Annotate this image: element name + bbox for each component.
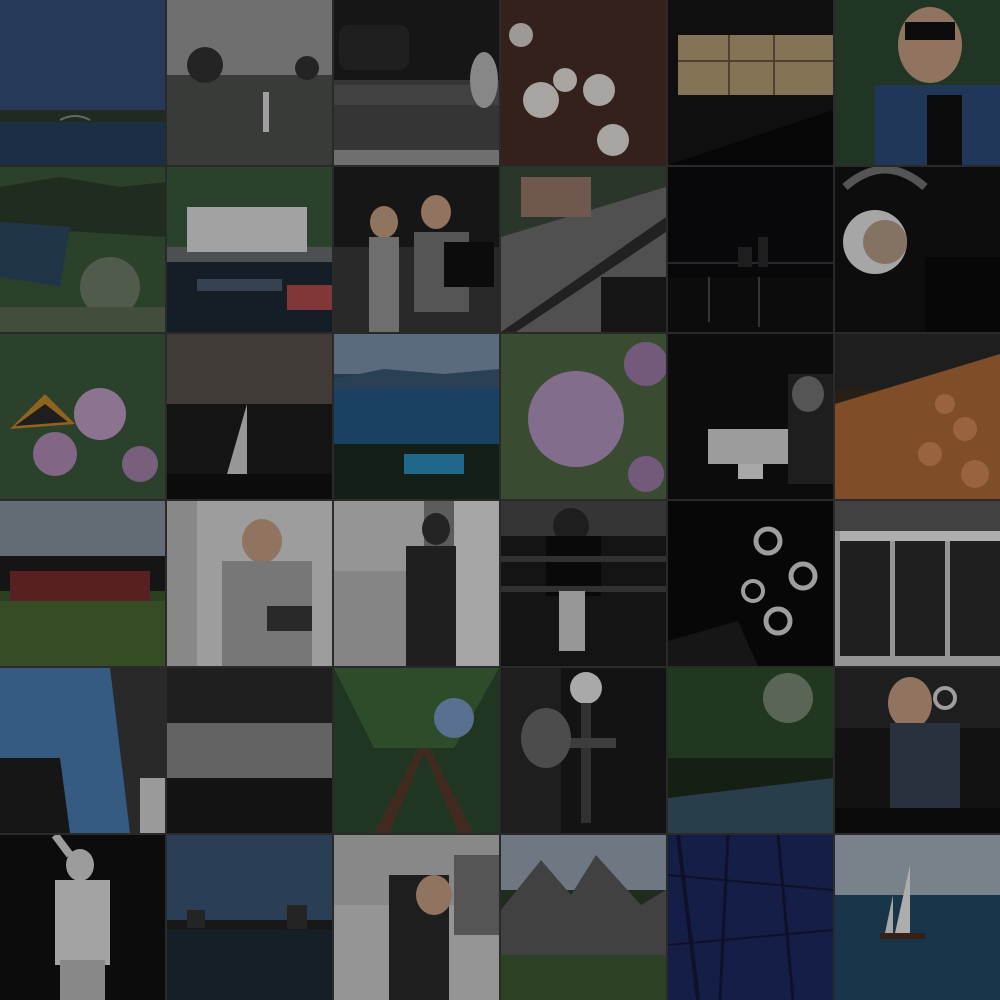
photo-buildings-sky: [0, 668, 165, 833]
photo-man-coat: [334, 501, 499, 666]
photo-tile[interactable]: [167, 0, 332, 165]
photo-tile[interactable]: [0, 668, 165, 833]
photo-smiling-woman: [334, 835, 499, 1000]
photo-tile[interactable]: [0, 501, 165, 666]
photo-tile[interactable]: [0, 835, 165, 1000]
photo-cafe-tables: [167, 167, 332, 332]
photo-fruit-stand: [835, 334, 1000, 499]
photo-tile[interactable]: [835, 0, 1000, 165]
photo-two-men: [334, 167, 499, 332]
photo-dim-interior: [668, 0, 833, 165]
photo-tile[interactable]: [668, 835, 833, 1000]
photo-grid: [0, 0, 1000, 1000]
photo-man-glasses: [835, 0, 1000, 165]
photo-tile[interactable]: [501, 167, 666, 332]
photo-tile[interactable]: [334, 835, 499, 1000]
photo-dancer: [0, 835, 165, 1000]
photo-tile[interactable]: [501, 0, 666, 165]
photo-coastal-town: [0, 167, 165, 332]
photo-night-skyline: [668, 167, 833, 332]
photo-tile[interactable]: [668, 668, 833, 833]
photo-field-person: [167, 0, 332, 165]
photo-man-pouring: [167, 501, 332, 666]
photo-mountain-valley: [501, 835, 666, 1000]
photo-tile[interactable]: [0, 334, 165, 499]
photo-forest-river: [668, 668, 833, 833]
photo-person-fence: [501, 501, 666, 666]
photo-calm-water: [167, 668, 332, 833]
photo-tile[interactable]: [835, 167, 1000, 332]
photo-tile[interactable]: [0, 0, 165, 165]
photo-recycling-bins: [835, 501, 1000, 666]
photo-board-game: [668, 334, 833, 499]
photo-tile[interactable]: [167, 501, 332, 666]
photo-sailboat: [835, 835, 1000, 1000]
photo-tall-trees: [334, 668, 499, 833]
photo-tile[interactable]: [334, 167, 499, 332]
photo-sports-crowd: [0, 501, 165, 666]
photo-lake-bridge: [0, 0, 165, 165]
photo-person-smoke: [835, 668, 1000, 833]
photo-tile[interactable]: [668, 334, 833, 499]
photo-woman-car: [334, 0, 499, 165]
photo-tile[interactable]: [167, 334, 332, 499]
photo-tile[interactable]: [501, 835, 666, 1000]
photo-tile[interactable]: [668, 501, 833, 666]
photo-butterfly-flowers: [0, 334, 165, 499]
photo-tile[interactable]: [835, 501, 1000, 666]
photo-tile[interactable]: [334, 668, 499, 833]
photo-tile[interactable]: [334, 0, 499, 165]
photo-purple-flower: [501, 334, 666, 499]
photo-street-above: [501, 167, 666, 332]
photo-tile[interactable]: [668, 167, 833, 332]
photo-tile[interactable]: [501, 501, 666, 666]
photo-tile[interactable]: [668, 0, 833, 165]
photo-tile[interactable]: [167, 167, 332, 332]
photo-tile[interactable]: [835, 835, 1000, 1000]
photo-headphones: [835, 167, 1000, 332]
photo-chocolate-dessert: [501, 0, 666, 165]
photo-hookah-smoke: [501, 668, 666, 833]
photo-tile[interactable]: [334, 334, 499, 499]
photo-tile[interactable]: [835, 668, 1000, 833]
photo-tile[interactable]: [0, 167, 165, 332]
photo-tile[interactable]: [501, 334, 666, 499]
photo-tile[interactable]: [501, 668, 666, 833]
photo-tile[interactable]: [167, 668, 332, 833]
photo-tile[interactable]: [167, 835, 332, 1000]
photo-harbor-palms: [334, 334, 499, 499]
photo-smoke-rings: [668, 501, 833, 666]
photo-tile[interactable]: [835, 334, 1000, 499]
photo-waterfront-dusk: [167, 835, 332, 1000]
photo-tile[interactable]: [334, 501, 499, 666]
photo-dark-interior: [167, 334, 332, 499]
photo-blue-wall: [668, 835, 833, 1000]
